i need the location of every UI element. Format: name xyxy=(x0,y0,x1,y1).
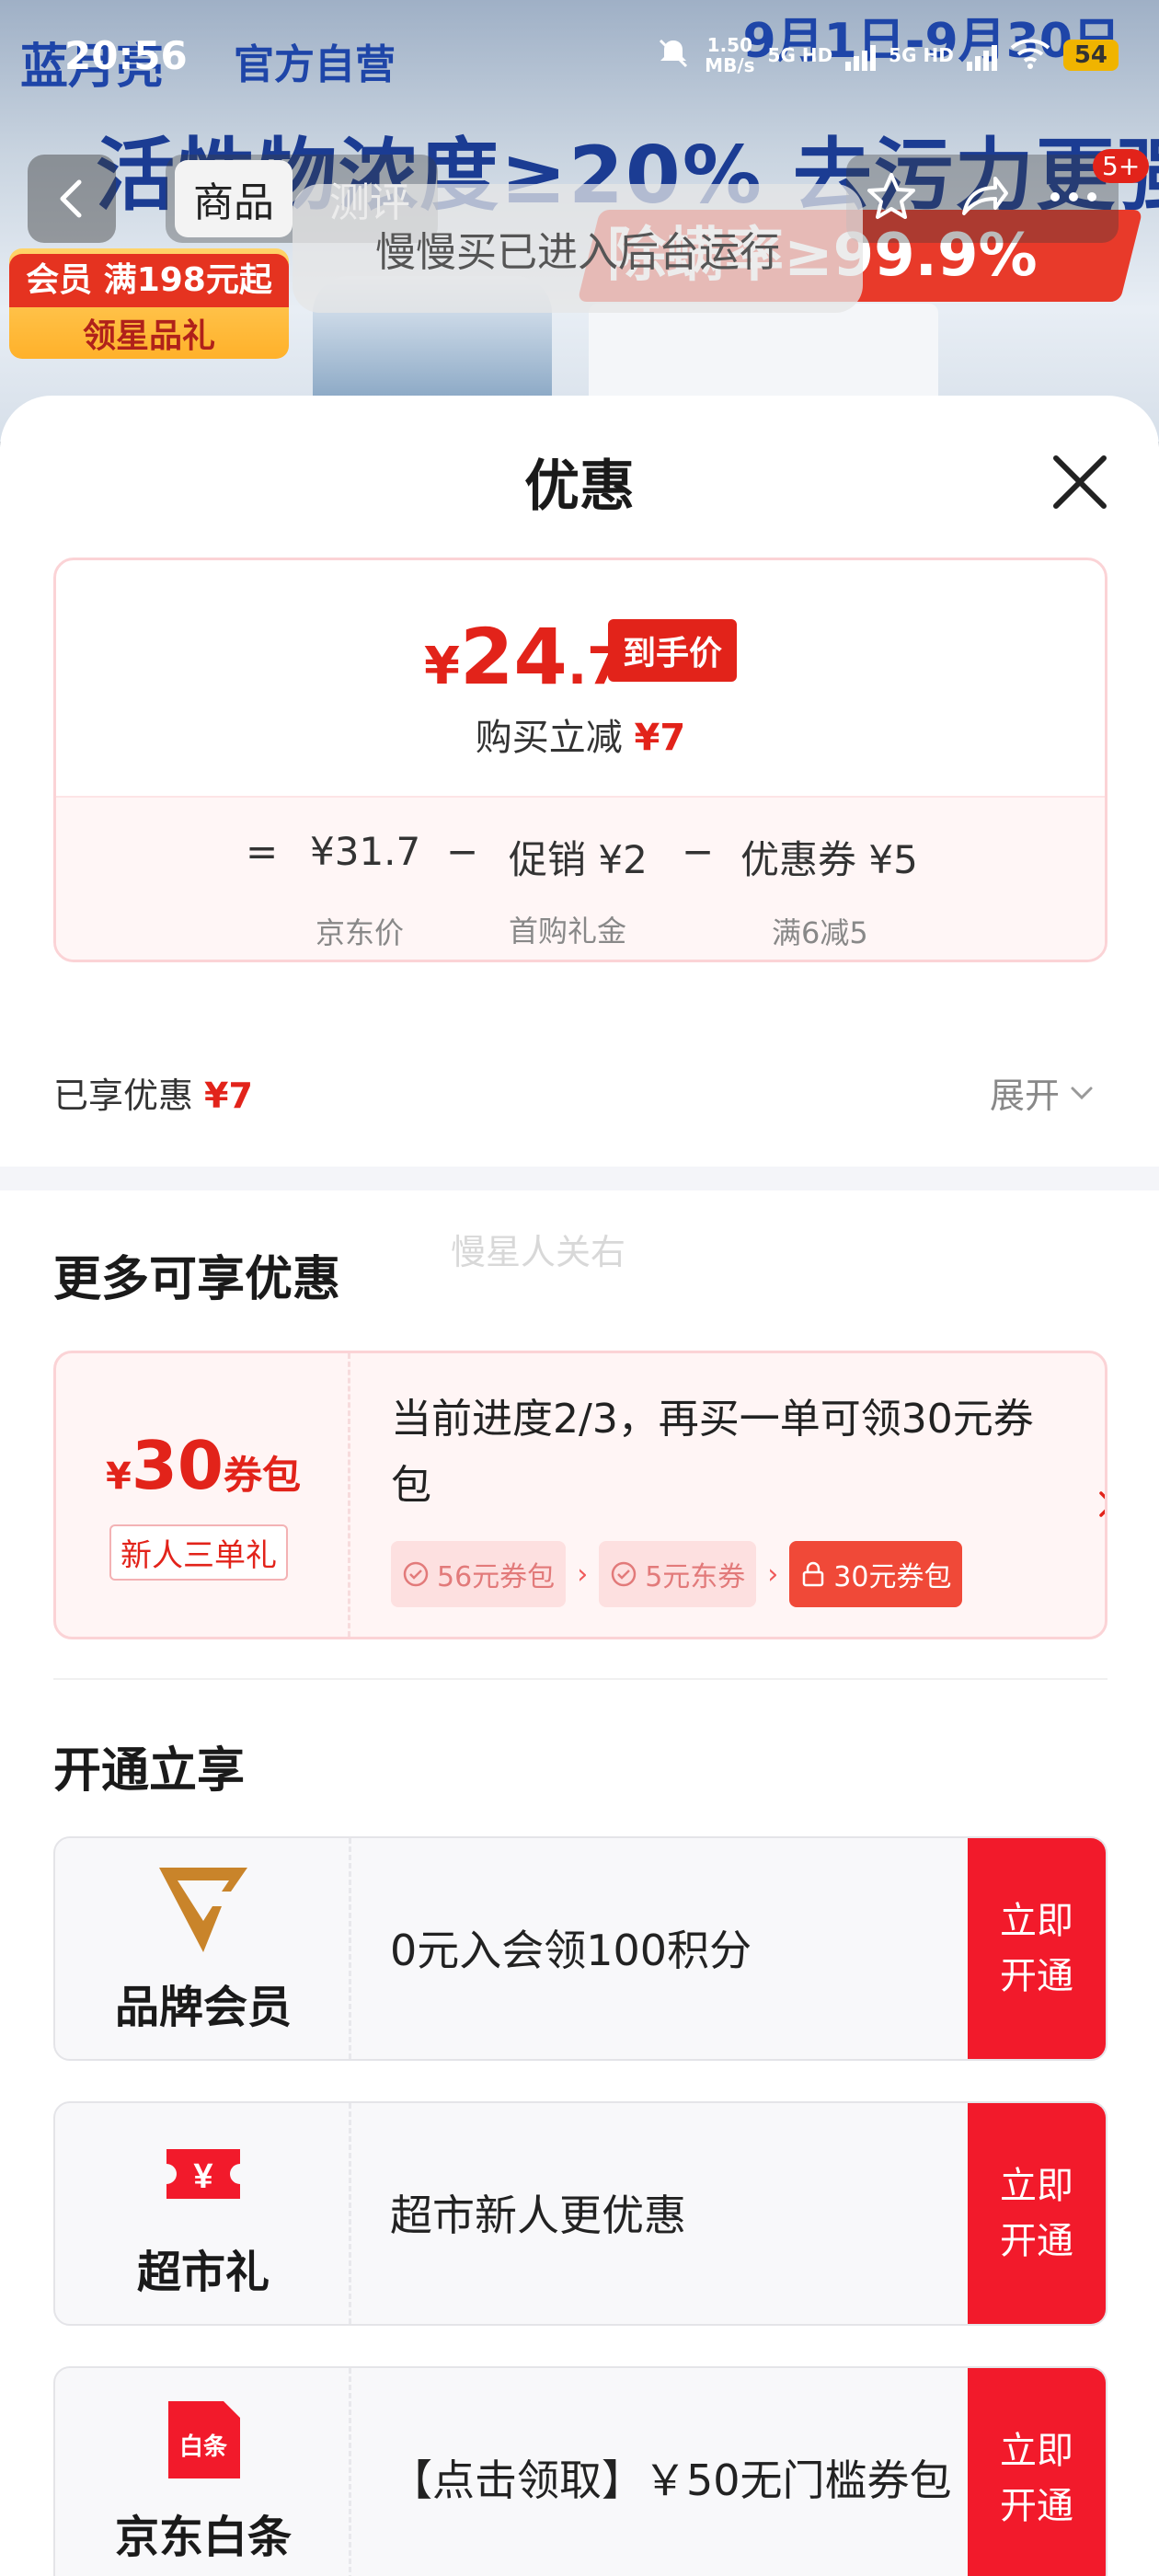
price-formula: = ¥31.7 − 促销 ¥2 − 优惠券 ¥5 京东价 首购礼金 2 满6减5 xyxy=(56,796,1105,960)
final-price-tag: 到手价 xyxy=(608,619,738,682)
open-benefits-title: 开通立享 xyxy=(53,1743,246,1799)
membership-name: 品牌会员 xyxy=(114,1982,292,2033)
open-now-button[interactable]: 立即开通 xyxy=(968,2368,1106,2576)
membership-description: 0元入会领100积分 xyxy=(390,1926,752,1975)
check-circle-icon xyxy=(611,1561,637,1587)
chevron-right-icon: › xyxy=(767,1558,779,1591)
expand-button[interactable]: 展开 xyxy=(990,1067,1095,1118)
coupon-label: 满6减5 xyxy=(772,915,868,950)
sheet-title: 优惠 xyxy=(524,454,635,519)
coupon-pack-amount: ¥30券包 xyxy=(105,1427,302,1504)
share-icon[interactable] xyxy=(955,169,1010,228)
coupon-pack-label: 新人三单礼 xyxy=(109,1524,288,1581)
open-now-button[interactable]: 立即开通 xyxy=(968,1838,1106,2059)
coupon-pack-card[interactable]: ¥30券包 新人三单礼 当前进度2/3，再买一单可领30元券包 56元券包 › … xyxy=(53,1351,1107,1639)
check-circle-icon xyxy=(403,1561,429,1587)
battery-indicator: 54 xyxy=(1062,40,1119,71)
membership-name: 京东白条 xyxy=(114,2512,292,2563)
chevron-left-icon xyxy=(60,179,82,218)
coupon-pack-description: 当前进度2/3，再买一单可领30元券包 xyxy=(391,1396,1034,1509)
membership-card-supermarket[interactable]: ¥ 超市礼 超市新人更优惠 立即开通 xyxy=(53,2101,1107,2326)
membership-description: 超市新人更优惠 xyxy=(390,2191,686,2240)
signal-icon xyxy=(966,40,997,71)
minus-sign: − xyxy=(682,829,715,874)
lock-icon xyxy=(803,1561,824,1587)
instant-discount: 购买立减 ¥7 xyxy=(475,717,686,759)
toast-message: 慢慢买已进入后台运行 xyxy=(293,184,863,313)
cart-badge: 5+ xyxy=(1093,149,1150,183)
promo-amount: 促销 ¥2 xyxy=(509,837,648,882)
nav-actions xyxy=(846,155,1119,243)
more-icon[interactable] xyxy=(1046,188,1101,210)
signal-icon xyxy=(845,40,877,71)
baitiao-icon: 白条 xyxy=(157,2394,249,2486)
membership-card-brand[interactable]: 品牌会员 0元入会领100积分 立即开通 xyxy=(53,1836,1107,2061)
status-time: 20:56 xyxy=(64,33,188,78)
chevron-right-icon xyxy=(1099,1491,1105,1517)
progress-step: 5元东券 xyxy=(599,1541,757,1607)
network-speed: 1.50 MB/s xyxy=(705,34,755,76)
svg-text:¥: ¥ xyxy=(193,2157,212,2196)
discount-sheet: 优惠 ¥24.7 到手价 购买立减 ¥7 = ¥31.7 − 促销 ¥2 − 优… xyxy=(0,396,1159,2576)
promo-label: 首购礼金 2 xyxy=(509,914,627,960)
back-button[interactable] xyxy=(28,155,116,243)
coupon-pack-progress: 56元券包 › 5元东券 › 30元券包 xyxy=(391,1541,963,1607)
more-discounts-title: 更多可享优惠 xyxy=(53,1252,341,1307)
chevron-right-icon: › xyxy=(577,1558,589,1591)
wifi-icon xyxy=(1010,37,1050,74)
equals-sign: = xyxy=(246,829,279,874)
enjoyed-discount: 已享优惠 ¥7 xyxy=(53,1075,253,1116)
chevron-down-icon xyxy=(1071,1087,1093,1099)
close-icon xyxy=(1053,455,1107,509)
jd-price-label: 京东价 xyxy=(316,915,405,950)
status-bar: 20:56 1.50 MB/s 5G HD 5G HD 54 xyxy=(0,0,1159,120)
svg-text:白条: 白条 xyxy=(179,2432,228,2461)
signal-label-1: 5G HD xyxy=(767,44,833,66)
section-divider xyxy=(0,1167,1159,1190)
tab-product[interactable]: 商品 xyxy=(175,160,293,237)
final-price: ¥24.7 xyxy=(424,612,624,702)
price-breakdown-card: ¥24.7 到手价 购买立减 ¥7 = ¥31.7 − 促销 ¥2 − 优惠券 … xyxy=(53,558,1107,962)
membership-description: 【点击领取】￥50无门槛券包 xyxy=(390,2455,952,2505)
minus-sign: − xyxy=(446,829,479,874)
mute-icon xyxy=(655,35,692,75)
progress-step: 56元券包 xyxy=(391,1541,567,1607)
supermarket-gift-icon: ¥ xyxy=(157,2129,249,2221)
jd-price: ¥31.7 xyxy=(310,829,421,874)
progress-step-current: 30元券包 xyxy=(789,1541,963,1607)
favorite-star-icon[interactable] xyxy=(864,169,919,228)
open-now-button[interactable]: 立即开通 xyxy=(968,2103,1106,2324)
membership-name: 超市礼 xyxy=(136,2247,270,2298)
signal-label-2: 5G HD xyxy=(889,44,954,66)
member-badge: 会员 满198元起 领星品礼 xyxy=(9,248,289,359)
section-divider xyxy=(53,1678,1107,1680)
brand-member-icon xyxy=(157,1864,249,1956)
close-button[interactable] xyxy=(1045,447,1115,517)
coupon-amount: 优惠券 ¥5 xyxy=(740,837,918,882)
watermark-text: 慢星人关右 xyxy=(451,1232,626,1272)
membership-card-baitiao[interactable]: 白条 京东白条 【点击领取】￥50无门槛券包 立即开通 xyxy=(53,2366,1107,2576)
